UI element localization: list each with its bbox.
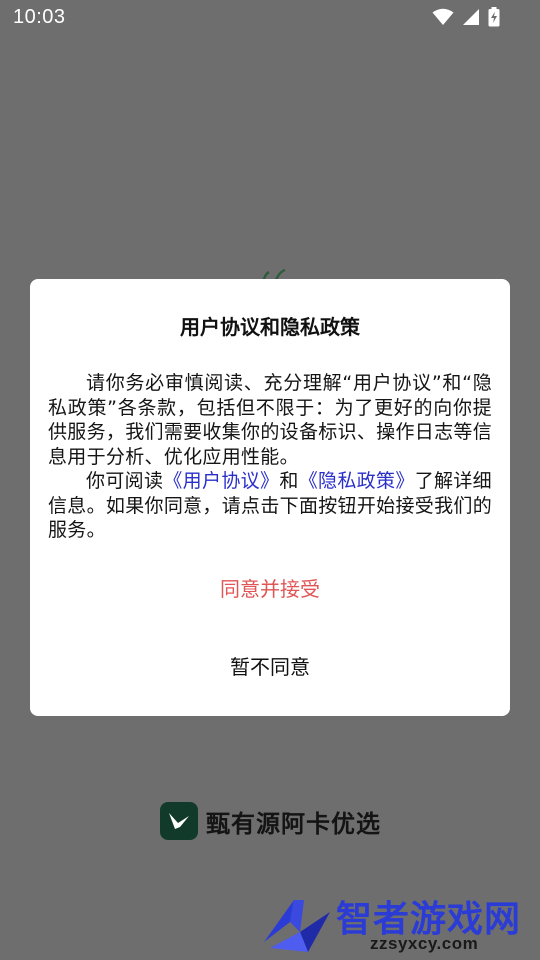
user-agreement-link[interactable]: 《用户协议》 — [163, 470, 279, 492]
watermark: 智者游戏网 zzsyxcy.com — [258, 888, 540, 960]
dialog-body: 请你务必审慎阅读、充分理解“用户协议”和“隐私政策”各条款，包括但不限于：为了更… — [48, 371, 492, 543]
battery-charging-icon — [488, 7, 500, 27]
status-icons — [432, 6, 500, 28]
privacy-policy-link[interactable]: 《隐私政策》 — [299, 470, 415, 492]
decline-button[interactable]: 暂不同意 — [30, 647, 510, 687]
cell-signal-icon — [463, 9, 479, 25]
privacy-dialog: 用户协议和隐私政策 请你务必审慎阅读、充分理解“用户协议”和“隐私政策”各条款，… — [30, 279, 510, 716]
wifi-icon — [432, 8, 454, 25]
watermark-url: zzsyxcy.com — [370, 934, 479, 953]
dialog-paragraph-1: 请你务必审慎阅读、充分理解“用户协议”和“隐私政策”各条款，包括但不限于：为了更… — [48, 372, 492, 468]
dialog-title: 用户协议和隐私政策 — [180, 315, 360, 339]
accept-button[interactable]: 同意并接受 — [30, 569, 510, 609]
app-name: 甄有源阿卡优选 — [206, 809, 381, 838]
status-time: 10:03 — [13, 6, 66, 28]
watermark-logo-icon — [264, 900, 330, 952]
paragraph-2-and: 和 — [279, 470, 299, 492]
dialog-paragraph-2: 你可阅读《用户协议》和《隐私政策》了解详细信息。如果你同意，请点击下面按钮开始接… — [48, 469, 492, 543]
paragraph-2-prefix: 你可阅读 — [86, 470, 164, 492]
bird-logo-icon — [160, 802, 198, 840]
status-bar: 10:03 — [0, 0, 540, 36]
app-brand: 甄有源阿卡优选 — [160, 801, 381, 841]
